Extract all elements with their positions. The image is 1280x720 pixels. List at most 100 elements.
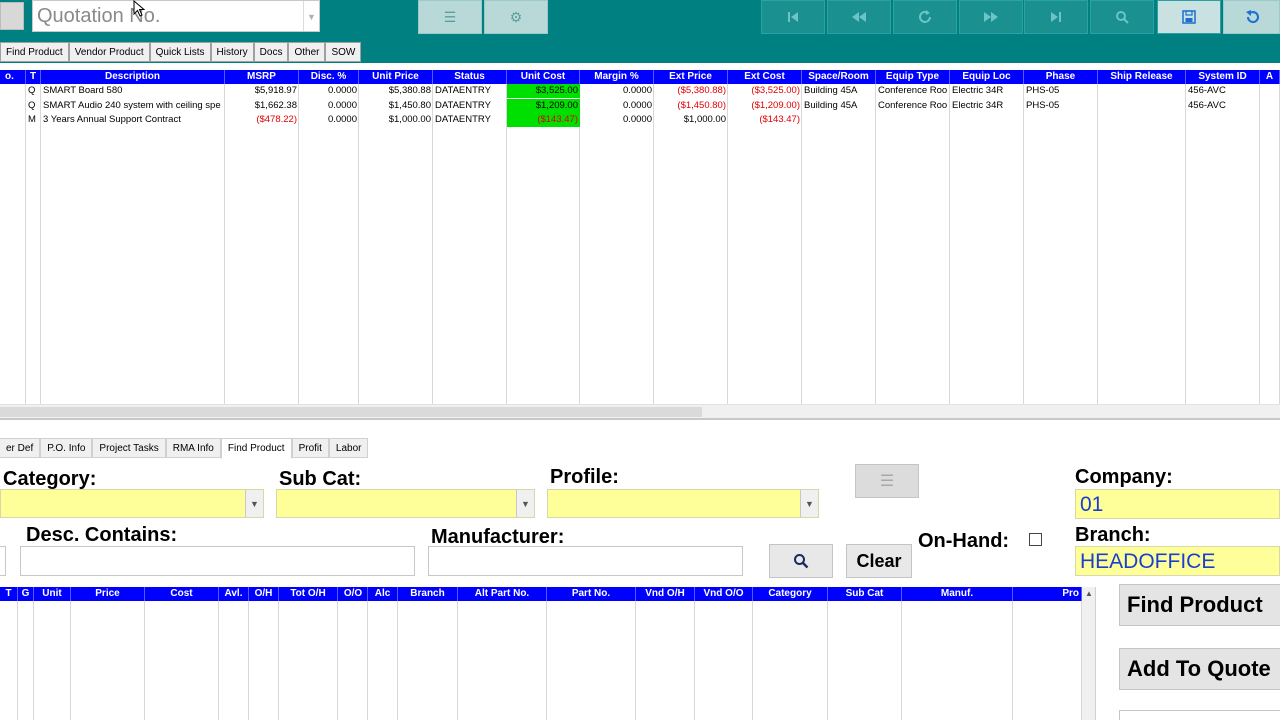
quote-lines-grid[interactable]: o. T Description MSRP Disc. % Unit Price Statu… [0, 70, 1280, 404]
tab-sow[interactable]: SOW [325, 42, 362, 62]
tab-vendor-product[interactable]: Vendor Product [68, 42, 150, 62]
table-cell[interactable]: PHS-05 [1024, 84, 1098, 98]
column-header[interactable]: Alt Part No. [458, 587, 547, 601]
tab-p-o-info[interactable]: P.O. Info [40, 438, 93, 458]
table-cell[interactable]: DATAENTRY [433, 99, 507, 113]
table-cell[interactable]: Building 45A [802, 99, 876, 113]
clear-button[interactable]: Clear [846, 544, 912, 578]
first-record-button[interactable] [761, 0, 825, 34]
table-cell[interactable] [1260, 99, 1280, 113]
table-cell[interactable]: Conference Roo [876, 99, 950, 113]
tab-er-def[interactable]: er Def [0, 438, 41, 458]
manufacturer-input[interactable] [428, 546, 743, 576]
chevron-down-icon[interactable]: ▼ [303, 1, 319, 31]
record-selector[interactable] [0, 2, 24, 30]
table-cell[interactable]: 0.0000 [580, 113, 654, 127]
column-header[interactable]: O/H [249, 587, 279, 601]
vertical-scrollbar[interactable]: ▲ [1082, 587, 1095, 720]
column-header[interactable]: Pro [1013, 587, 1082, 601]
add-to-quote-button[interactable]: Add To Quote [1119, 648, 1280, 690]
tab-find-product[interactable]: Find Product [220, 438, 292, 459]
column-header[interactable]: Manuf. [902, 587, 1013, 601]
table-cell[interactable]: DATAENTRY [433, 84, 507, 98]
tab-profit[interactable]: Profit [291, 438, 329, 458]
table-cell[interactable] [802, 113, 876, 127]
table-cell[interactable]: M [26, 113, 41, 127]
undo-button[interactable] [1223, 0, 1280, 34]
column-header[interactable]: Margin % [580, 70, 654, 84]
table-cell[interactable]: 0.0000 [580, 84, 654, 98]
column-header[interactable]: Description [41, 70, 225, 84]
table-cell[interactable] [1260, 113, 1280, 127]
table-cell[interactable]: Q [26, 84, 41, 98]
table-cell[interactable]: ($143.47) [507, 113, 580, 128]
column-header[interactable]: MSRP [225, 70, 299, 84]
product-results-grid[interactable]: T G Unit Price Cost Avl. O/H Tot O/H O/O Alc Branc… [0, 587, 1096, 720]
branch-field[interactable]: HEADOFFICE [1075, 546, 1280, 576]
column-header[interactable]: o. [0, 70, 26, 84]
table-cell[interactable] [0, 84, 26, 98]
table-cell[interactable]: Electric 34R [950, 99, 1024, 113]
table-cell[interactable]: $1,000.00 [654, 113, 728, 127]
column-header[interactable]: Ship Release [1098, 70, 1186, 84]
column-header[interactable]: Vnd O/O [695, 587, 753, 601]
table-cell[interactable] [0, 113, 26, 127]
column-header[interactable]: O/O [339, 587, 368, 601]
save-button[interactable] [1157, 0, 1221, 34]
column-header[interactable]: Unit Price [359, 70, 433, 84]
left-edge-input[interactable] [0, 546, 6, 576]
column-header[interactable]: Phase [1024, 70, 1098, 84]
table-cell[interactable] [1098, 99, 1186, 113]
table-cell[interactable]: Conference Roo [876, 84, 950, 98]
table-cell[interactable]: 3 Years Annual Support Contract [41, 113, 225, 127]
refresh-button[interactable] [893, 0, 957, 34]
table-cell[interactable] [1024, 113, 1098, 127]
panel-splitter[interactable] [0, 418, 1280, 420]
table-cell[interactable]: ($1,209.00) [728, 99, 802, 113]
settings-button[interactable]: ⚙ [484, 0, 548, 34]
column-header[interactable]: Ext Cost [728, 70, 802, 84]
column-header[interactable]: Sub Cat [828, 587, 902, 601]
table-cell[interactable]: SMART Board 580 [41, 84, 225, 98]
table-cell[interactable]: DATAENTRY [433, 113, 507, 127]
search-toolbar-button[interactable] [1090, 0, 1154, 34]
table-cell[interactable] [1098, 84, 1186, 98]
table-cell[interactable]: 456-AVC [1186, 84, 1260, 98]
table-cell[interactable] [1186, 113, 1260, 127]
table-cell[interactable] [1260, 84, 1280, 98]
table-cell[interactable]: $5,380.88 [359, 84, 433, 98]
column-header[interactable]: T [0, 587, 18, 601]
column-header[interactable]: Price [71, 587, 145, 601]
table-cell[interactable]: 0.0000 [299, 99, 359, 113]
column-header[interactable]: Cost [145, 587, 219, 601]
scrollbar-thumb[interactable] [0, 407, 702, 417]
tab-other[interactable]: Other [288, 42, 326, 62]
table-row[interactable]: Q SMART Board 580 $5,918.97 0.0000 $5,380.88… [0, 84, 1280, 98]
quotation-number-field[interactable]: Quotation No. ▼ [32, 0, 320, 32]
profile-menu-button[interactable]: ☰ [855, 464, 919, 498]
chevron-down-icon[interactable]: ▼ [516, 490, 534, 517]
column-header[interactable]: Unit Cost [507, 70, 580, 84]
column-header[interactable]: System ID [1186, 70, 1260, 84]
table-cell[interactable]: ($3,525.00) [728, 84, 802, 98]
column-header[interactable]: Ext Price [654, 70, 728, 84]
table-cell[interactable] [0, 99, 26, 113]
table-cell[interactable] [876, 113, 950, 127]
table-cell[interactable]: ($478.22) [225, 113, 299, 127]
column-header[interactable]: Avl. [219, 587, 249, 601]
column-header[interactable]: Disc. % [299, 70, 359, 84]
column-header[interactable]: Space/Room [802, 70, 876, 84]
column-header[interactable]: A [1260, 70, 1280, 84]
table-cell[interactable]: $1,450.80 [359, 99, 433, 113]
table-cell[interactable]: Q [26, 99, 41, 113]
chevron-up-icon[interactable]: ▲ [1082, 587, 1095, 601]
column-header[interactable]: Alc [368, 587, 398, 601]
column-header[interactable]: Category [753, 587, 828, 601]
table-cell[interactable]: $1,662.38 [225, 99, 299, 113]
onhand-checkbox[interactable] [1029, 533, 1042, 546]
table-row[interactable]: M3 Years Annual Support Contract ($478.22… [0, 113, 1280, 128]
column-header[interactable]: Vnd O/H [636, 587, 695, 601]
table-cell[interactable]: $1,209.00 [507, 98, 580, 113]
chevron-down-icon[interactable]: ▼ [800, 490, 818, 517]
column-header[interactable]: Unit [34, 587, 71, 601]
